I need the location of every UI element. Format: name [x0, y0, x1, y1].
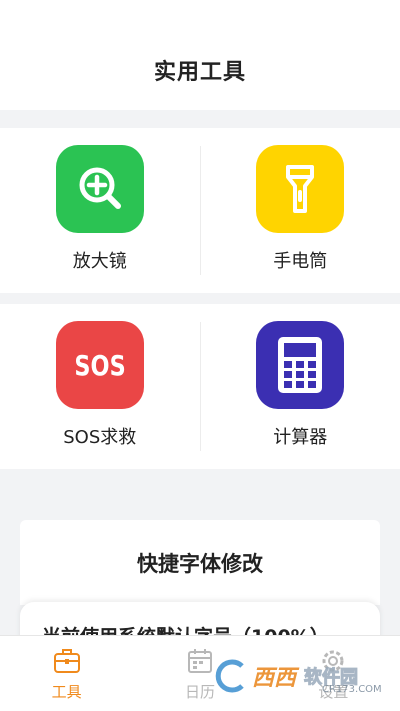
sos-icon: SOS — [55, 321, 144, 409]
tool-row-1: 放大镜 手电筒 — [0, 128, 400, 293]
font-settings-card: 快捷字体修改 — [20, 520, 380, 605]
nav-label-calendar: 日历 — [184, 682, 215, 701]
header: 实用工具 — [0, 0, 400, 110]
calculator-label: 计算器 — [273, 427, 328, 448]
flashlight-label: 手电筒 — [273, 251, 328, 272]
page-title: 实用工具 — [153, 60, 246, 85]
toolbox-icon — [52, 646, 82, 676]
magnifier-tool[interactable]: 放大镜 — [0, 128, 200, 293]
watermark-url: CR173.COM — [322, 684, 382, 695]
sos-label: SOS求救 — [63, 427, 137, 448]
magnifier-label: 放大镜 — [72, 251, 127, 272]
nav-item-tools[interactable]: 工具 — [0, 636, 133, 711]
nav-label-tools: 工具 — [51, 682, 82, 701]
font-section-title: 快捷字体修改 — [137, 551, 263, 576]
calculator-tool[interactable]: 计算器 — [201, 304, 400, 469]
sos-tool[interactable]: SOS SOS求救 — [0, 304, 200, 469]
flashlight-tool[interactable]: 手电筒 — [201, 128, 400, 293]
tool-row-2: SOS SOS求救 计算器 — [0, 304, 400, 469]
sos-icon-text: SOS — [74, 348, 126, 382]
flashlight-icon — [256, 145, 345, 233]
watermark-brand: 西西 — [252, 666, 297, 691]
calculator-icon — [256, 321, 345, 409]
watermark-logo: 西西 软件园 CR173.COM — [212, 648, 387, 704]
watermark-logo-icon — [215, 659, 244, 693]
calendar-icon — [185, 646, 215, 676]
magnifier-icon — [55, 145, 144, 233]
